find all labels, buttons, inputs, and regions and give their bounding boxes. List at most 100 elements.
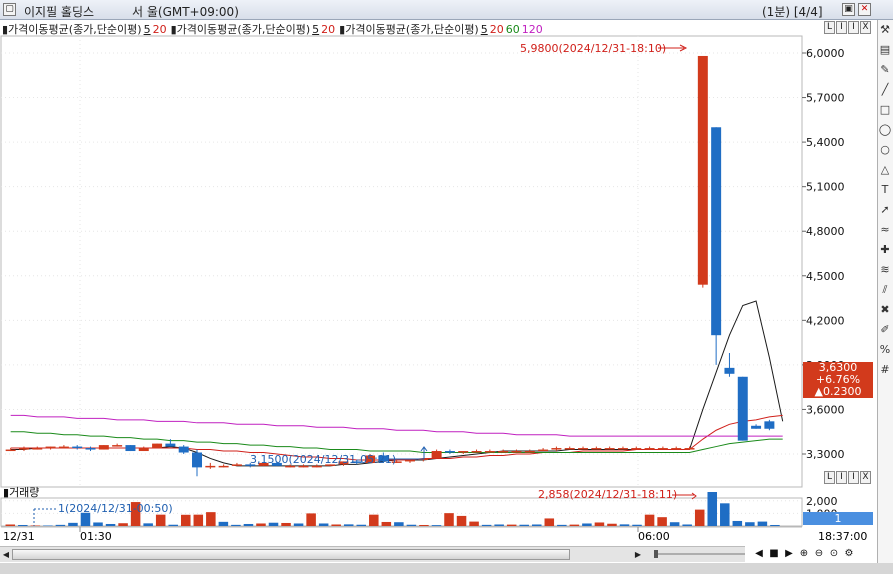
candle-body — [724, 367, 735, 374]
circle-icon[interactable]: ○ — [878, 140, 892, 160]
settings-icon[interactable]: ⚙ — [842, 547, 856, 561]
volume-bar — [43, 525, 53, 526]
volume-bar — [720, 503, 730, 526]
zoom-out-icon[interactable]: ⊖ — [812, 547, 826, 561]
cross-icon[interactable]: ✚ — [878, 240, 892, 260]
candle-body — [657, 448, 668, 450]
candle-body — [631, 448, 642, 450]
volume-bar — [218, 521, 229, 526]
vol-panel-close-button[interactable]: X — [860, 471, 871, 484]
stop-icon[interactable]: ■ — [767, 547, 781, 561]
channel-icon[interactable]: ⫽ — [878, 280, 892, 300]
arrow-icon[interactable]: ➚ — [878, 200, 892, 220]
candle-body — [591, 448, 602, 450]
price-chart[interactable]: 6,0000 5,7000 5,4000 5,1000 4,8000 4,5000 4,20… — [0, 20, 877, 546]
candle-body — [431, 451, 442, 459]
prev-icon[interactable]: ◀ — [752, 547, 766, 561]
candle-body — [72, 446, 83, 449]
scroll-thumb[interactable] — [12, 549, 570, 560]
candle-body — [484, 451, 495, 453]
volume-min-annotation: 1(2024/12/31-00:50) — [58, 502, 173, 515]
volume-bar — [331, 524, 341, 526]
volume-bar — [256, 523, 266, 526]
volume-bar — [557, 524, 567, 526]
volume-bar — [93, 522, 103, 526]
delete-icon[interactable]: ✖ — [878, 300, 892, 320]
volume-bar — [494, 524, 504, 526]
counter-icon[interactable]: # — [878, 360, 892, 380]
volume-bar — [582, 523, 592, 526]
edit-icon[interactable]: ✐ — [878, 320, 892, 340]
scroll-right-icon[interactable]: ▶ — [632, 548, 644, 561]
volume-bar — [394, 522, 404, 526]
chart-scrollbar[interactable]: ◀ ▶ — [0, 546, 745, 562]
rect-icon[interactable]: □ — [878, 100, 892, 120]
candle-body — [231, 464, 242, 466]
period-label[interactable]: (1분) [4/4] — [762, 3, 823, 20]
volume-bar — [293, 523, 304, 526]
volume-bar — [732, 520, 743, 526]
volume-bar — [506, 524, 517, 526]
zoom-handle[interactable] — [654, 550, 658, 558]
next-icon[interactable]: ▶ — [782, 547, 796, 561]
volume-bar — [745, 522, 755, 526]
candle-body — [711, 127, 722, 336]
volume-bar — [694, 509, 705, 526]
candle-body — [311, 465, 322, 468]
volume-bar — [356, 524, 367, 526]
close-icon[interactable]: ✕ — [858, 3, 871, 16]
triangle-icon[interactable]: △ — [878, 160, 892, 180]
text-icon[interactable]: T — [878, 180, 892, 200]
volume-title: ▮거래량 — [3, 486, 39, 499]
high-annotation: 5,9800(2024/12/31-18:10) — [520, 42, 666, 55]
title-bar: ▢ 이지필 홀딩스 서 울(GMT+09:00) (1분) [4/4] ▣ ✕ — [0, 0, 893, 20]
stock-name[interactable]: 이지필 홀딩스 — [24, 3, 94, 20]
candle-body — [471, 451, 482, 453]
vol-panel-max-button[interactable]: I — [848, 471, 859, 484]
line-icon[interactable]: ╱ — [878, 80, 892, 100]
x-label-0130: 01:30 — [80, 530, 112, 543]
fib-icon[interactable]: ≋ — [878, 260, 892, 280]
volume-panel-buttons: L I I X — [824, 471, 871, 484]
candle-body — [578, 448, 589, 450]
volume-bar — [594, 522, 605, 526]
restore-icon[interactable]: ▣ — [842, 3, 855, 16]
volume-bar — [193, 514, 204, 526]
candle-body — [45, 446, 56, 449]
volume-bar — [519, 524, 529, 526]
vol-panel-log-button[interactable]: L — [824, 471, 835, 484]
tool-icon[interactable]: ⚒ — [878, 20, 892, 40]
price-tick-label: 4,8000 — [806, 225, 845, 238]
draw-icon[interactable]: ✎ — [878, 60, 892, 80]
zoom-in-icon[interactable]: ⊕ — [797, 547, 811, 561]
scroll-left-icon[interactable]: ◀ — [0, 548, 12, 561]
candle-body — [444, 451, 455, 453]
wave-icon[interactable]: ≈ — [878, 220, 892, 240]
window-menu-icon[interactable]: ▢ — [3, 3, 16, 16]
candle-body — [85, 448, 96, 450]
percent-icon[interactable]: % — [878, 340, 892, 360]
candle-body — [458, 451, 469, 453]
volume-bar — [544, 518, 555, 526]
candle-body — [205, 465, 216, 468]
ellipse-icon[interactable]: ◯ — [878, 120, 892, 140]
volume-bar — [644, 514, 655, 526]
volume-bar — [231, 524, 241, 526]
volume-bar — [318, 523, 329, 526]
candle-body — [564, 448, 575, 450]
x-label-0600: 06:00 — [638, 530, 670, 543]
candle-body — [32, 448, 43, 450]
vol-panel-min-button[interactable]: I — [836, 471, 847, 484]
volume-bar — [657, 517, 667, 526]
price-tick-label: 5,7000 — [806, 92, 845, 105]
zoom-slider[interactable] — [652, 549, 747, 559]
volume-bar — [770, 524, 780, 526]
volume-bar — [281, 522, 291, 526]
candle-body — [192, 452, 203, 468]
chart-icon[interactable]: ▤ — [878, 40, 892, 60]
volume-bar — [30, 525, 41, 526]
chart-controls: ◀ ■ ▶ ⊕ ⊖ ⊙ ⚙ — [752, 547, 856, 561]
volume-bar — [105, 523, 116, 526]
drawing-toolbar: ⚒ ▤ ✎ ╱ □ ◯ ○ △ T ➚ ≈ ✚ ≋ ⫽ ✖ ✐% # — [877, 20, 893, 574]
zoom-reset-icon[interactable]: ⊙ — [827, 547, 841, 561]
